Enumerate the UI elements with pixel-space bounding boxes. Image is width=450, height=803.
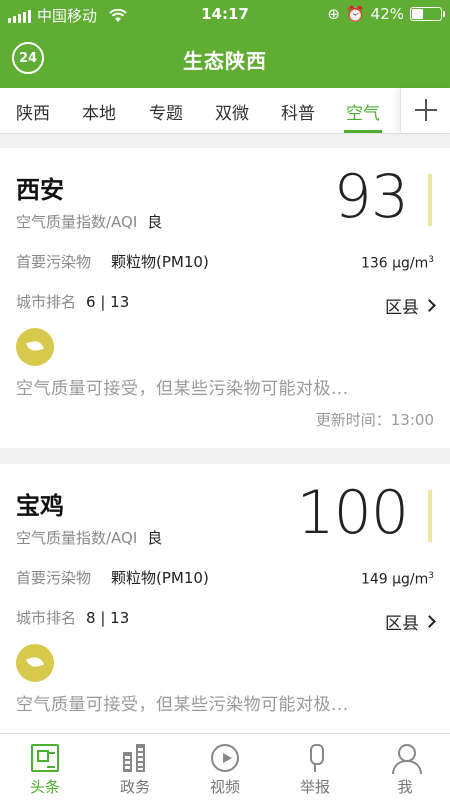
pollutant-value: 颗粒物(PM10) bbox=[111, 253, 209, 271]
nav-label: 政务 bbox=[119, 778, 150, 796]
bottom-navigation: 头条 政务 视频 举报 我 bbox=[0, 733, 450, 803]
nav-headlines[interactable]: 头条 bbox=[0, 734, 90, 803]
aqi-label: 空气质量指数/AQI bbox=[16, 213, 138, 231]
government-icon bbox=[123, 744, 147, 772]
nav-label: 我 bbox=[397, 778, 413, 796]
rank-label: 城市排名 bbox=[16, 609, 77, 627]
rank-row: 城市排名 6 | 13 bbox=[16, 291, 129, 312]
aqi-row: 空气质量指数/AQI 良 bbox=[16, 211, 162, 232]
pollutant-label: 首要污染物 bbox=[16, 253, 92, 271]
nav-label: 举报 bbox=[299, 778, 330, 796]
rank-row: 城市排名 8 | 13 bbox=[16, 607, 129, 628]
aqi-value: 93 bbox=[333, 162, 409, 232]
chevron-right-icon bbox=[423, 299, 436, 312]
app-header: 中国移动 14:17 ⊕ ⏰ 42% 24 生态陕西 bbox=[0, 0, 450, 88]
leaf-icon bbox=[16, 328, 54, 366]
channel-tabs: 陕西 本地 专题 双微 科普 空气 bbox=[0, 88, 450, 134]
rank-value: 8 | 13 bbox=[86, 609, 130, 627]
district-link[interactable]: 区县 bbox=[385, 609, 436, 634]
update-time: 更新时间：13:00 bbox=[315, 411, 434, 429]
aqi-level: 良 bbox=[147, 213, 163, 231]
air-quality-card[interactable]: 宝鸡 100 空气质量指数/AQI 良 首要污染物 颗粒物(PM10) 149 μg… bbox=[0, 464, 450, 733]
alarm-icon: ⏰ bbox=[345, 5, 365, 23]
tab-weibo-wechat[interactable]: 双微 bbox=[215, 99, 249, 124]
air-quality-card[interactable]: 西安 93 空气质量指数/AQI 良 首要污染物 颗粒物(PM10) 136 μg/… bbox=[0, 148, 450, 448]
nav-me[interactable]: 我 bbox=[360, 734, 450, 803]
city-name: 西安 bbox=[16, 176, 64, 204]
status-bar: 中国移动 14:17 ⊕ ⏰ 42% bbox=[0, 0, 450, 30]
nav-video[interactable]: 视频 bbox=[180, 734, 270, 803]
district-link[interactable]: 区县 bbox=[385, 293, 436, 318]
aqi-label: 空气质量指数/AQI bbox=[16, 529, 138, 547]
microphone-icon bbox=[301, 744, 329, 772]
aqi-value: 100 bbox=[296, 478, 409, 548]
battery-percent: 42% bbox=[370, 5, 404, 23]
pollutant-label: 首要污染物 bbox=[16, 569, 92, 587]
rank-value: 6 | 13 bbox=[86, 293, 130, 311]
air-quality-description: 空气质量可接受，但某些污染物可能对极... bbox=[16, 379, 349, 399]
battery-icon bbox=[410, 7, 445, 21]
rotation-lock-icon: ⊕ bbox=[327, 5, 340, 23]
aqi-row: 空气质量指数/AQI 良 bbox=[16, 527, 162, 548]
nav-report[interactable]: 举报 bbox=[270, 734, 360, 803]
aqi-level-bar bbox=[428, 174, 432, 226]
aqi-level: 良 bbox=[147, 529, 163, 547]
pollutant-row: 首要污染物 颗粒物(PM10) bbox=[16, 251, 209, 272]
tab-air[interactable]: 空气 bbox=[344, 99, 382, 133]
tab-science[interactable]: 科普 bbox=[281, 99, 315, 124]
pollutant-row: 首要污染物 颗粒物(PM10) bbox=[16, 567, 209, 588]
tab-shaanxi[interactable]: 陕西 bbox=[16, 99, 50, 124]
title-bar: 24 生态陕西 bbox=[0, 30, 450, 88]
add-channel-icon[interactable] bbox=[400, 88, 450, 133]
air-quality-description: 空气质量可接受，但某些污染物可能对极... bbox=[16, 695, 349, 715]
leaf-icon bbox=[16, 644, 54, 682]
chevron-right-icon bbox=[423, 615, 436, 628]
concentration-value: 149 μg/m3 bbox=[360, 571, 434, 588]
nav-label: 视频 bbox=[209, 778, 240, 796]
nav-government[interactable]: 政务 bbox=[90, 734, 180, 803]
concentration-value: 136 μg/m3 bbox=[360, 255, 434, 272]
pollutant-value: 颗粒物(PM10) bbox=[111, 569, 209, 587]
page-title: 生态陕西 bbox=[183, 49, 267, 73]
tab-topics[interactable]: 专题 bbox=[149, 99, 183, 124]
nav-label: 头条 bbox=[29, 778, 60, 796]
city-name: 宝鸡 bbox=[16, 492, 64, 520]
video-play-icon bbox=[211, 744, 239, 772]
tab-local[interactable]: 本地 bbox=[82, 99, 116, 124]
rank-label: 城市排名 bbox=[16, 293, 77, 311]
user-icon bbox=[391, 744, 422, 774]
news-icon bbox=[31, 744, 59, 772]
aqi-level-bar bbox=[428, 490, 432, 542]
